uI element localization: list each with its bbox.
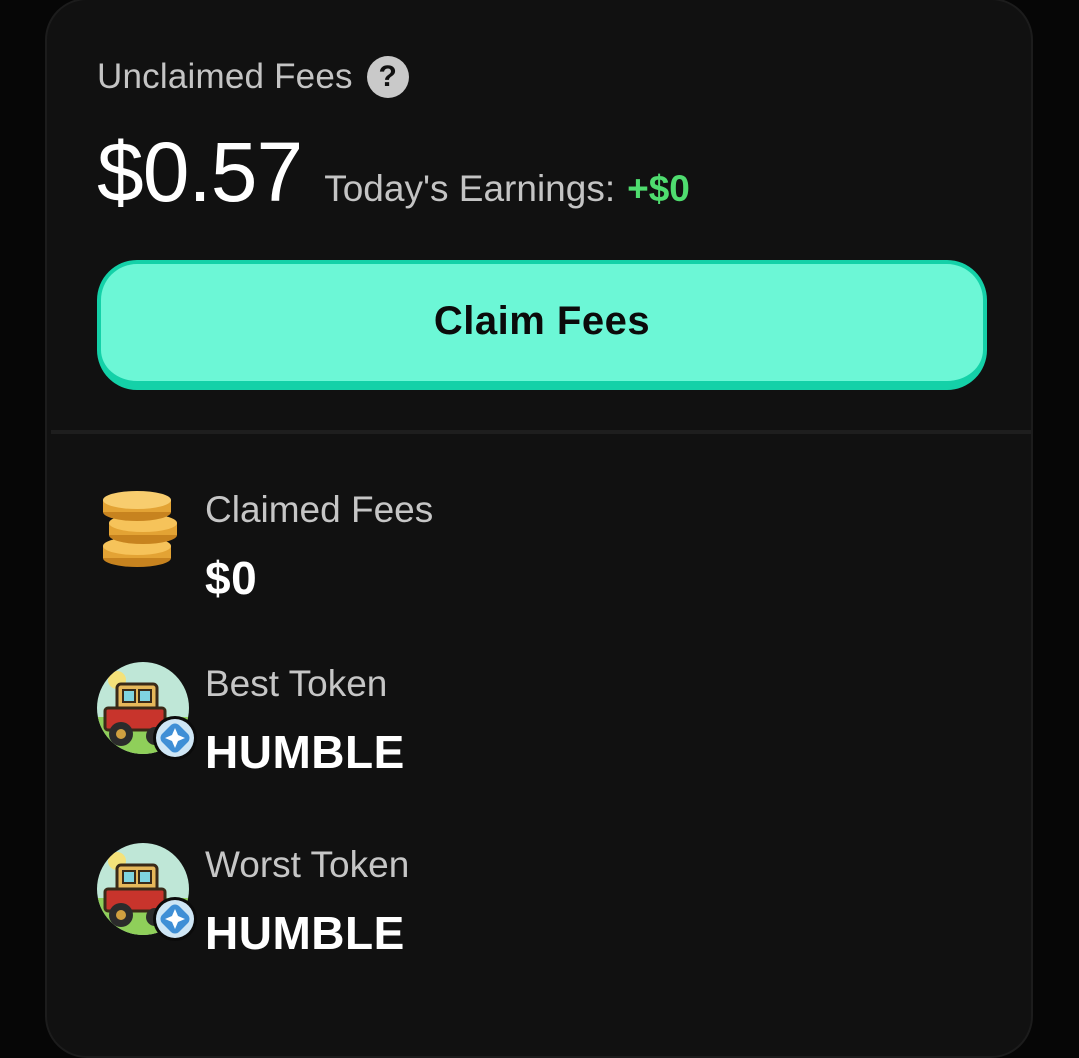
best-token-stat: Best Token HUMBLE bbox=[97, 662, 405, 780]
worst-token-value[interactable]: HUMBLE bbox=[205, 905, 409, 961]
unclaimed-fees-label: Unclaimed Fees bbox=[97, 57, 353, 96]
token-avatar[interactable] bbox=[97, 662, 197, 760]
todays-earnings-label: Today's Earnings: bbox=[324, 168, 616, 209]
amount-row: $0.57 Today's Earnings: +$0 bbox=[97, 124, 690, 220]
best-token-label: Best Token bbox=[205, 663, 388, 704]
claimed-fees-label: Claimed Fees bbox=[205, 489, 434, 530]
worst-token-stat: Worst Token HUMBLE bbox=[97, 843, 409, 961]
claimed-fees-text: Claimed Fees $0 bbox=[205, 488, 433, 606]
claim-fees-button[interactable]: Claim Fees bbox=[97, 260, 987, 390]
claimed-fees-value: $0 bbox=[205, 552, 258, 604]
unclaimed-section: Unclaimed Fees ? $0.57 Today's Earnings:… bbox=[47, 0, 1031, 432]
worst-token-label: Worst Token bbox=[205, 844, 410, 885]
claim-fees-label: Claim Fees bbox=[433, 299, 651, 343]
solana-badge-icon bbox=[153, 897, 197, 941]
token-avatar[interactable] bbox=[97, 843, 197, 941]
todays-earnings-value: +$0 bbox=[627, 168, 690, 209]
claimed-fees-stat: Claimed Fees $0 bbox=[97, 488, 433, 606]
solana-badge-icon bbox=[153, 716, 197, 760]
best-token-value[interactable]: HUMBLE bbox=[205, 724, 405, 780]
unclaimed-amount: $0.57 bbox=[97, 125, 303, 219]
best-token-text: Best Token HUMBLE bbox=[205, 662, 405, 780]
section-divider bbox=[51, 430, 1031, 434]
coins-icon bbox=[97, 488, 189, 580]
fees-card: Unclaimed Fees ? $0.57 Today's Earnings:… bbox=[45, 0, 1033, 1058]
question-circle-icon[interactable]: ? bbox=[366, 56, 409, 98]
worst-token-text: Worst Token HUMBLE bbox=[205, 843, 409, 961]
unclaimed-header: Unclaimed Fees ? bbox=[97, 56, 409, 98]
